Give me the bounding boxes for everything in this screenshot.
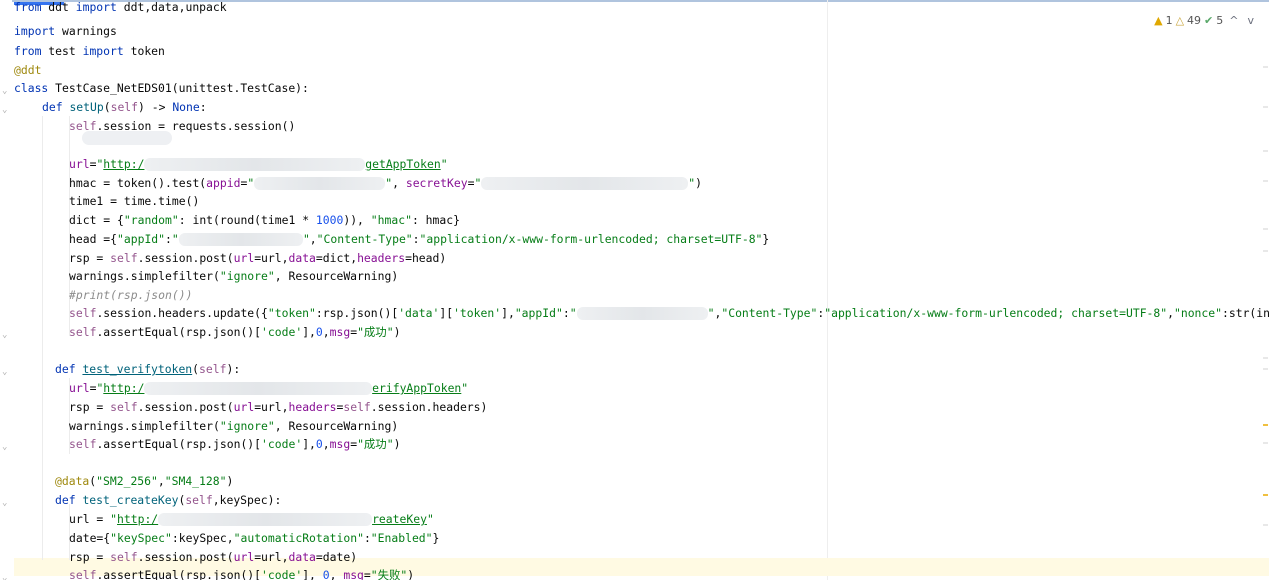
code-line[interactable]: rsp = self.session.post(url=url,data=dat…: [69, 548, 357, 566]
code-line[interactable]: def setUp(self) -> None:: [42, 98, 207, 116]
code-line[interactable]: self.assertEqual(rsp.json()['code'],0,ms…: [69, 323, 400, 341]
code-line[interactable]: import warnings: [14, 22, 117, 40]
code-line[interactable]: url="http:/erifyAppToken": [69, 379, 468, 397]
code-area[interactable]: from ddt import ddt,data,unpack import wa…: [2, 0, 1269, 580]
code-line[interactable]: time1 = time.time(): [69, 192, 199, 210]
fold-marker-icon[interactable]: ⌄: [2, 331, 9, 340]
code-line[interactable]: url="http:/getAppToken": [69, 155, 448, 173]
code-line[interactable]: @data("SM2_256","SM4_128"): [55, 472, 233, 490]
redacted-region: [82, 131, 172, 145]
code-line[interactable]: rsp = self.session.post(url=url,headers=…: [69, 398, 487, 416]
code-line[interactable]: dict = {"random": int(round(time1 * 1000…: [69, 211, 460, 229]
code-line[interactable]: from ddt import ddt,data,unpack: [14, 0, 227, 16]
fold-marker-icon[interactable]: ⌄: [2, 106, 9, 115]
fold-marker-icon[interactable]: ⌄: [2, 368, 9, 377]
fold-marker-icon[interactable]: ⌄: [2, 574, 9, 580]
code-line[interactable]: self.assertEqual(rsp.json()['code'], 0, …: [69, 566, 414, 580]
code-line[interactable]: #print(rsp.json()): [69, 286, 192, 304]
code-line[interactable]: class TestCase_NetEDS01(unittest.TestCas…: [14, 79, 309, 97]
code-line[interactable]: self.assertEqual(rsp.json()['code'],0,ms…: [69, 435, 400, 453]
code-line[interactable]: self.session.headers.update({"token":rsp…: [69, 304, 1269, 322]
code-line[interactable]: from test import token: [14, 42, 165, 60]
code-line[interactable]: def test_createKey(self,keySpec):: [55, 491, 281, 509]
fold-marker-icon[interactable]: ⌄: [2, 443, 9, 452]
fold-marker-icon[interactable]: ⌄: [2, 499, 9, 508]
indent-guide: [42, 116, 43, 560]
code-line[interactable]: hmac = token().test(appid=" ", secretKey=…: [69, 174, 702, 192]
fold-marker-icon[interactable]: ⌄: [2, 87, 9, 96]
code-editor[interactable]: ▲ 1 △ 49 ✔ 5 ^ v from ddt import ddt,dat…: [0, 0, 1269, 580]
code-line[interactable]: @ddt: [14, 61, 41, 79]
code-line[interactable]: rsp = self.session.post(url=url,data=dic…: [69, 249, 446, 267]
code-line[interactable]: def test_verifytoken(self):: [55, 360, 240, 378]
code-line[interactable]: warnings.simplefilter("ignore", Resource…: [69, 417, 398, 435]
code-line[interactable]: url = "http:/reateKey": [69, 510, 434, 528]
code-line[interactable]: head ={"appId":" ","Content-Type":"applic…: [69, 230, 769, 248]
code-line[interactable]: date={"keySpec":keySpec,"automaticRotati…: [69, 529, 439, 547]
code-line[interactable]: warnings.simplefilter("ignore", Resource…: [69, 267, 398, 285]
